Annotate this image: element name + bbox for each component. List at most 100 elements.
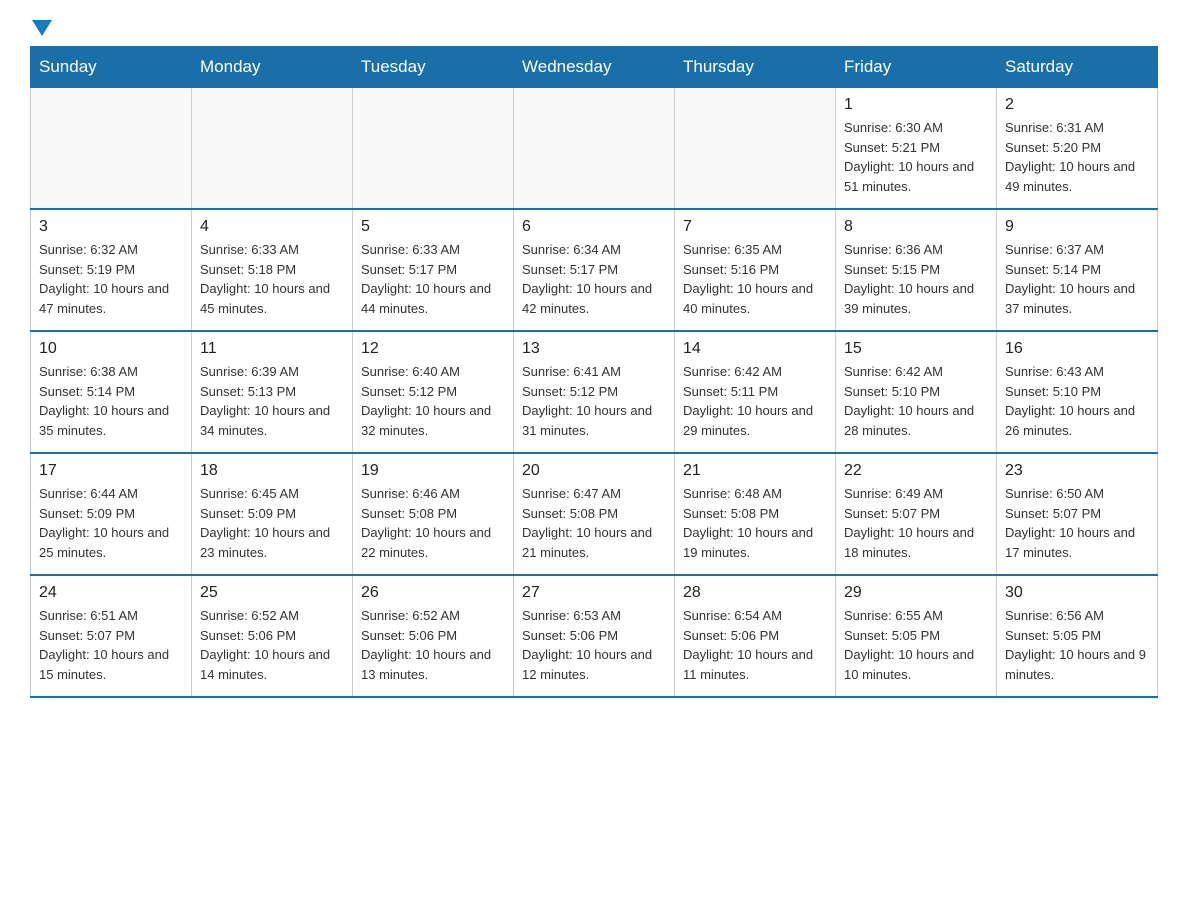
day-info: Sunrise: 6:39 AMSunset: 5:13 PMDaylight:… bbox=[200, 362, 344, 440]
calendar-day-cell: 22Sunrise: 6:49 AMSunset: 5:07 PMDayligh… bbox=[836, 453, 997, 575]
calendar-day-cell: 9 Sunrise: 6:37 AMSunset: 5:14 PMDaylight… bbox=[997, 209, 1158, 331]
day-number: 26 bbox=[361, 584, 505, 602]
calendar-day-cell bbox=[31, 88, 192, 210]
calendar-day-cell: 18 Sunrise: 6:45 AMSunset: 5:09 PMDayligh… bbox=[192, 453, 353, 575]
day-info: Sunrise: 6:52 AMSunset: 5:06 PMDaylight:… bbox=[200, 606, 344, 684]
calendar-day-cell: 26 Sunrise: 6:52 AMSunset: 5:06 PMDayligh… bbox=[353, 575, 514, 697]
day-of-week-header: Sunday bbox=[31, 47, 192, 88]
calendar-day-cell: 6 Sunrise: 6:34 AMSunset: 5:17 PMDaylight… bbox=[514, 209, 675, 331]
calendar-table: SundayMondayTuesdayWednesdayThursdayFrid… bbox=[30, 46, 1158, 698]
day-info: Sunrise: 6:51 AMSunset: 5:07 PMDaylight:… bbox=[39, 606, 183, 684]
calendar-day-cell: 2 Sunrise: 6:31 AMSunset: 5:20 PMDaylight… bbox=[997, 88, 1158, 210]
day-info: Sunrise: 6:52 AMSunset: 5:06 PMDaylight:… bbox=[361, 606, 505, 684]
day-number: 22 bbox=[844, 462, 988, 480]
day-info: Sunrise: 6:40 AMSunset: 5:12 PMDaylight:… bbox=[361, 362, 505, 440]
day-number: 28 bbox=[683, 584, 827, 602]
day-of-week-header: Friday bbox=[836, 47, 997, 88]
calendar-day-cell: 15Sunrise: 6:42 AMSunset: 5:10 PMDayligh… bbox=[836, 331, 997, 453]
calendar-day-cell: 16 Sunrise: 6:43 AMSunset: 5:10 PMDayligh… bbox=[997, 331, 1158, 453]
calendar-day-cell bbox=[353, 88, 514, 210]
day-of-week-header: Wednesday bbox=[514, 47, 675, 88]
day-info: Sunrise: 6:37 AMSunset: 5:14 PMDaylight:… bbox=[1005, 240, 1149, 318]
day-info: Sunrise: 6:32 AMSunset: 5:19 PMDaylight:… bbox=[39, 240, 183, 318]
day-number: 13 bbox=[522, 340, 666, 358]
day-of-week-header: Thursday bbox=[675, 47, 836, 88]
day-number: 11 bbox=[200, 340, 344, 358]
calendar-day-cell: 28 Sunrise: 6:54 AMSunset: 5:06 PMDayligh… bbox=[675, 575, 836, 697]
day-info: Sunrise: 6:42 AMSunset: 5:11 PMDaylight:… bbox=[683, 362, 827, 440]
day-number: 30 bbox=[1005, 584, 1149, 602]
calendar-week-row: 10 Sunrise: 6:38 AMSunset: 5:14 PMDayligh… bbox=[31, 331, 1158, 453]
day-number: 17 bbox=[39, 462, 183, 480]
day-info: Sunrise: 6:36 AMSunset: 5:15 PMDaylight:… bbox=[844, 240, 988, 318]
calendar-day-cell: 12 Sunrise: 6:40 AMSunset: 5:12 PMDayligh… bbox=[353, 331, 514, 453]
calendar-day-cell bbox=[192, 88, 353, 210]
day-number: 29 bbox=[844, 584, 988, 602]
day-number: 9 bbox=[1005, 218, 1149, 236]
calendar-day-cell: 3Sunrise: 6:32 AMSunset: 5:19 PMDaylight… bbox=[31, 209, 192, 331]
day-info: Sunrise: 6:55 AMSunset: 5:05 PMDaylight:… bbox=[844, 606, 988, 684]
day-number: 24 bbox=[39, 584, 183, 602]
day-info: Sunrise: 6:56 AMSunset: 5:05 PMDaylight:… bbox=[1005, 606, 1149, 684]
day-number: 18 bbox=[200, 462, 344, 480]
day-info: Sunrise: 6:33 AMSunset: 5:17 PMDaylight:… bbox=[361, 240, 505, 318]
calendar-header-row: SundayMondayTuesdayWednesdayThursdayFrid… bbox=[31, 47, 1158, 88]
day-info: Sunrise: 6:41 AMSunset: 5:12 PMDaylight:… bbox=[522, 362, 666, 440]
calendar-day-cell: 14 Sunrise: 6:42 AMSunset: 5:11 PMDayligh… bbox=[675, 331, 836, 453]
day-info: Sunrise: 6:30 AMSunset: 5:21 PMDaylight:… bbox=[844, 118, 988, 196]
day-info: Sunrise: 6:34 AMSunset: 5:17 PMDaylight:… bbox=[522, 240, 666, 318]
calendar-day-cell: 7Sunrise: 6:35 AMSunset: 5:16 PMDaylight… bbox=[675, 209, 836, 331]
day-info: Sunrise: 6:53 AMSunset: 5:06 PMDaylight:… bbox=[522, 606, 666, 684]
day-info: Sunrise: 6:54 AMSunset: 5:06 PMDaylight:… bbox=[683, 606, 827, 684]
day-number: 2 bbox=[1005, 96, 1149, 114]
day-number: 8 bbox=[844, 218, 988, 236]
day-info: Sunrise: 6:44 AMSunset: 5:09 PMDaylight:… bbox=[39, 484, 183, 562]
calendar-day-cell bbox=[514, 88, 675, 210]
day-number: 5 bbox=[361, 218, 505, 236]
day-number: 12 bbox=[361, 340, 505, 358]
calendar-day-cell: 25 Sunrise: 6:52 AMSunset: 5:06 PMDayligh… bbox=[192, 575, 353, 697]
day-number: 10 bbox=[39, 340, 183, 358]
day-number: 21 bbox=[683, 462, 827, 480]
calendar-day-cell: 21 Sunrise: 6:48 AMSunset: 5:08 PMDayligh… bbox=[675, 453, 836, 575]
logo-triangle-icon bbox=[32, 20, 52, 36]
calendar-day-cell: 10 Sunrise: 6:38 AMSunset: 5:14 PMDayligh… bbox=[31, 331, 192, 453]
calendar-day-cell: 24 Sunrise: 6:51 AMSunset: 5:07 PMDayligh… bbox=[31, 575, 192, 697]
day-info: Sunrise: 6:48 AMSunset: 5:08 PMDaylight:… bbox=[683, 484, 827, 562]
day-of-week-header: Monday bbox=[192, 47, 353, 88]
calendar-day-cell: 4 Sunrise: 6:33 AMSunset: 5:18 PMDaylight… bbox=[192, 209, 353, 331]
day-number: 27 bbox=[522, 584, 666, 602]
calendar-day-cell: 8 Sunrise: 6:36 AMSunset: 5:15 PMDaylight… bbox=[836, 209, 997, 331]
day-number: 25 bbox=[200, 584, 344, 602]
day-number: 19 bbox=[361, 462, 505, 480]
day-number: 20 bbox=[522, 462, 666, 480]
day-of-week-header: Tuesday bbox=[353, 47, 514, 88]
day-info: Sunrise: 6:45 AMSunset: 5:09 PMDaylight:… bbox=[200, 484, 344, 562]
calendar-week-row: 3Sunrise: 6:32 AMSunset: 5:19 PMDaylight… bbox=[31, 209, 1158, 331]
day-info: Sunrise: 6:31 AMSunset: 5:20 PMDaylight:… bbox=[1005, 118, 1149, 196]
calendar-day-cell bbox=[675, 88, 836, 210]
day-number: 6 bbox=[522, 218, 666, 236]
calendar-day-cell: 5 Sunrise: 6:33 AMSunset: 5:17 PMDaylight… bbox=[353, 209, 514, 331]
day-info: Sunrise: 6:43 AMSunset: 5:10 PMDaylight:… bbox=[1005, 362, 1149, 440]
day-of-week-header: Saturday bbox=[997, 47, 1158, 88]
calendar-day-cell: 29 Sunrise: 6:55 AMSunset: 5:05 PMDayligh… bbox=[836, 575, 997, 697]
calendar-day-cell: 30 Sunrise: 6:56 AMSunset: 5:05 PMDayligh… bbox=[997, 575, 1158, 697]
calendar-day-cell: 13 Sunrise: 6:41 AMSunset: 5:12 PMDayligh… bbox=[514, 331, 675, 453]
day-info: Sunrise: 6:50 AMSunset: 5:07 PMDaylight:… bbox=[1005, 484, 1149, 562]
day-number: 14 bbox=[683, 340, 827, 358]
day-number: 4 bbox=[200, 218, 344, 236]
calendar-day-cell: 11 Sunrise: 6:39 AMSunset: 5:13 PMDayligh… bbox=[192, 331, 353, 453]
calendar-day-cell: 19Sunrise: 6:46 AMSunset: 5:08 PMDayligh… bbox=[353, 453, 514, 575]
calendar-week-row: 17 Sunrise: 6:44 AMSunset: 5:09 PMDayligh… bbox=[31, 453, 1158, 575]
day-info: Sunrise: 6:35 AMSunset: 5:16 PMDaylight:… bbox=[683, 240, 827, 318]
day-info: Sunrise: 6:33 AMSunset: 5:18 PMDaylight:… bbox=[200, 240, 344, 318]
calendar-week-row: 24 Sunrise: 6:51 AMSunset: 5:07 PMDayligh… bbox=[31, 575, 1158, 697]
calendar-day-cell: 27 Sunrise: 6:53 AMSunset: 5:06 PMDayligh… bbox=[514, 575, 675, 697]
calendar-day-cell: 17 Sunrise: 6:44 AMSunset: 5:09 PMDayligh… bbox=[31, 453, 192, 575]
day-info: Sunrise: 6:38 AMSunset: 5:14 PMDaylight:… bbox=[39, 362, 183, 440]
day-info: Sunrise: 6:42 AMSunset: 5:10 PMDaylight:… bbox=[844, 362, 988, 440]
calendar-day-cell: 23Sunrise: 6:50 AMSunset: 5:07 PMDayligh… bbox=[997, 453, 1158, 575]
day-number: 16 bbox=[1005, 340, 1149, 358]
day-number: 1 bbox=[844, 96, 988, 114]
